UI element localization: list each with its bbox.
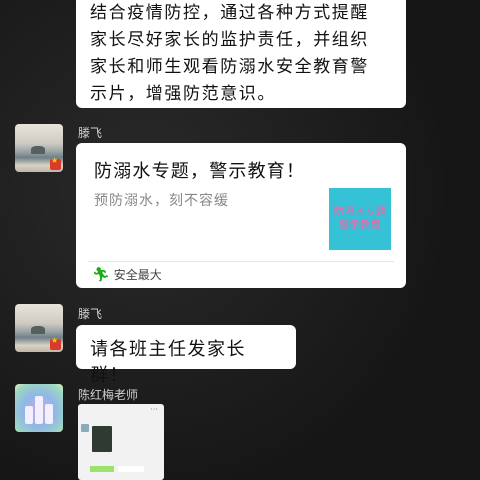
message-text-line: 家长和师生观看防溺水安全教育警 xyxy=(90,57,369,77)
rock-shape xyxy=(31,146,45,154)
avatar-sender-3[interactable] xyxy=(15,384,63,432)
castle-tower-shape xyxy=(35,396,43,424)
message-bubble-request[interactable]: 请各班主任发家长群！ xyxy=(76,325,296,386)
screenshot-avatar xyxy=(81,424,89,432)
thumbnail-text-line: 防溺水专题 xyxy=(333,207,387,218)
message-text-line: 结合疫情防控，通过各种方式提醒 xyxy=(90,3,369,23)
runner-icon: 🏃︎ xyxy=(92,266,110,283)
card-thumbnail: 防溺水专题 警示教育 xyxy=(329,188,391,250)
flag-icon xyxy=(50,156,61,170)
card-divider xyxy=(88,261,394,262)
flag-icon xyxy=(50,336,61,350)
castle-tower-shape xyxy=(25,406,33,424)
image-message[interactable]: ··· xyxy=(78,404,164,480)
message-text: 请各班主任发家长群！ xyxy=(90,339,246,386)
more-icon: ··· xyxy=(150,405,158,414)
card-title: 防溺水专题，警示教育！ xyxy=(94,161,306,182)
thumbnail-text-line: 警示教育 xyxy=(339,220,381,231)
message-text-line: 家长尽好家长的监护责任，并组织 xyxy=(90,30,369,50)
card-source-name: 安全最大 xyxy=(113,268,162,282)
link-card[interactable]: 防溺水专题，警示教育！ 预防溺水，刻不容缓 防溺水专题 警示教育 🏃︎ 安全最大 xyxy=(76,143,406,288)
rock-shape xyxy=(31,326,45,334)
screenshot-image xyxy=(92,426,112,452)
message-bubble-notice[interactable]: 结合疫情防控，通过各种方式提醒 家长尽好家长的监护责任，并组织 家长和师生观看防… xyxy=(76,0,406,108)
sender-name: 滕飞 xyxy=(78,307,103,321)
avatar-sender-1[interactable] xyxy=(15,124,63,172)
card-description: 预防溺水，刻不容缓 xyxy=(94,193,229,209)
message-text-line: 示片，增强防范意识。 xyxy=(90,84,276,104)
castle-tower-shape xyxy=(45,404,53,424)
sender-name: 陈红梅老师 xyxy=(78,388,139,402)
screenshot-white-bubble xyxy=(118,466,144,472)
avatar-sender-2[interactable] xyxy=(15,304,63,352)
card-source: 🏃︎ 安全最大 xyxy=(92,266,162,283)
sender-name: 滕飞 xyxy=(78,126,103,140)
screenshot-green-bubble xyxy=(90,466,114,472)
